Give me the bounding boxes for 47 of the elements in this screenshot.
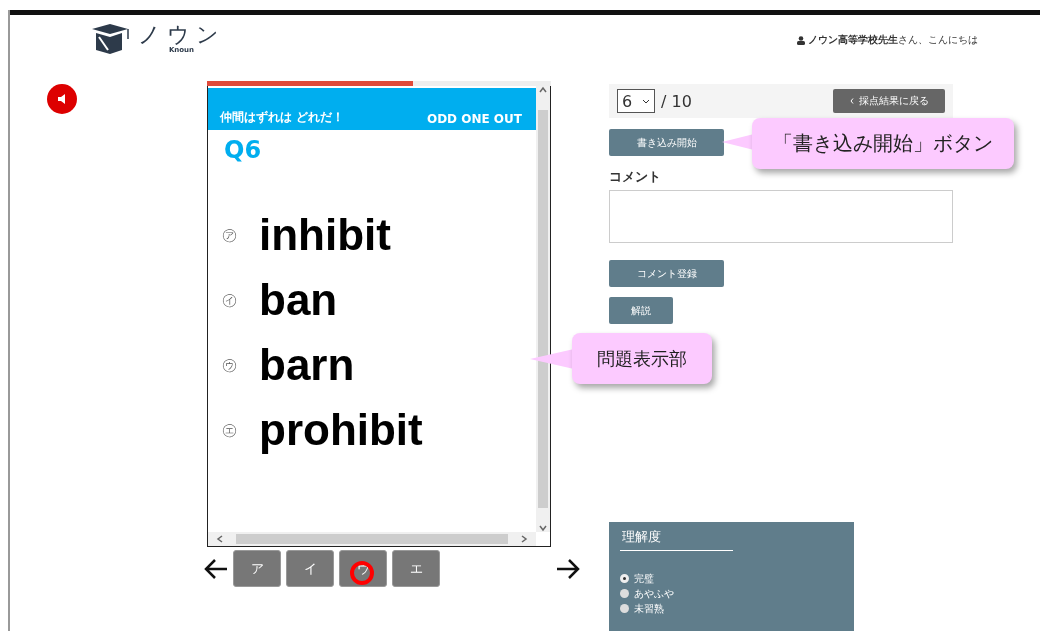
user-icon: [797, 35, 805, 45]
panel-title: 理解度: [620, 528, 733, 551]
comment-label: コメント: [609, 168, 661, 186]
chevron-left-icon[interactable]: [216, 535, 224, 543]
option-marker: ㋒: [222, 355, 237, 375]
answer-button[interactable]: イ: [286, 550, 334, 587]
start-writing-button[interactable]: 書き込み開始: [609, 129, 724, 156]
question-select[interactable]: 6: [617, 89, 655, 113]
question-total: / 10: [661, 91, 692, 111]
option-marker: ㋑: [222, 290, 237, 310]
comment-submit-button[interactable]: コメント登録: [609, 260, 724, 287]
option-marker: ㋐: [222, 225, 237, 245]
radio-button[interactable]: [620, 589, 629, 598]
comment-field[interactable]: [609, 190, 953, 243]
understanding-option[interactable]: 完璧: [620, 571, 843, 586]
understanding-option[interactable]: 未習熟: [620, 601, 843, 616]
horizontal-scrollbar[interactable]: [208, 532, 536, 546]
callout-label: 問題表示部: [572, 333, 712, 384]
chevron-down-icon[interactable]: [539, 524, 547, 532]
header-title: 仲間はずれは どれだ！: [220, 109, 345, 126]
chevron-left-icon: [849, 98, 854, 104]
back-button[interactable]: 採点結果に戻る: [833, 89, 945, 113]
option-word: prohibit: [259, 405, 423, 455]
explanation-button[interactable]: 解説: [609, 297, 673, 324]
option-word: barn: [259, 340, 355, 390]
speaker-button[interactable]: [47, 84, 77, 114]
right-arrow-icon[interactable]: [555, 557, 581, 580]
callout-pointer: [530, 347, 574, 371]
header-subtitle: ODD ONE OUT: [426, 112, 522, 126]
answer-button[interactable]: エ: [392, 550, 440, 587]
left-arrow-icon[interactable]: [203, 557, 229, 580]
answer-button[interactable]: ア: [233, 550, 281, 587]
chevron-up-icon[interactable]: [539, 86, 547, 94]
callout-label: 「書き込み開始」ボタン: [752, 118, 1014, 169]
logo-text: ノウン: [138, 24, 225, 46]
option-word: ban: [259, 275, 338, 325]
option-marker: ㋓: [222, 420, 237, 440]
radio-button[interactable]: [620, 574, 629, 583]
greeting-text: ノウン高等学校先生さん、こんにちは: [808, 33, 978, 47]
vertical-scrollbar[interactable]: [536, 86, 550, 532]
understanding-option[interactable]: あやふや: [620, 586, 843, 601]
caret-icon: [642, 98, 650, 104]
option-word: inhibit: [259, 210, 391, 260]
question-number: Q6: [223, 135, 263, 166]
speaker-icon: [56, 93, 68, 105]
chevron-right-icon[interactable]: [520, 535, 528, 543]
radio-button[interactable]: [620, 604, 629, 613]
